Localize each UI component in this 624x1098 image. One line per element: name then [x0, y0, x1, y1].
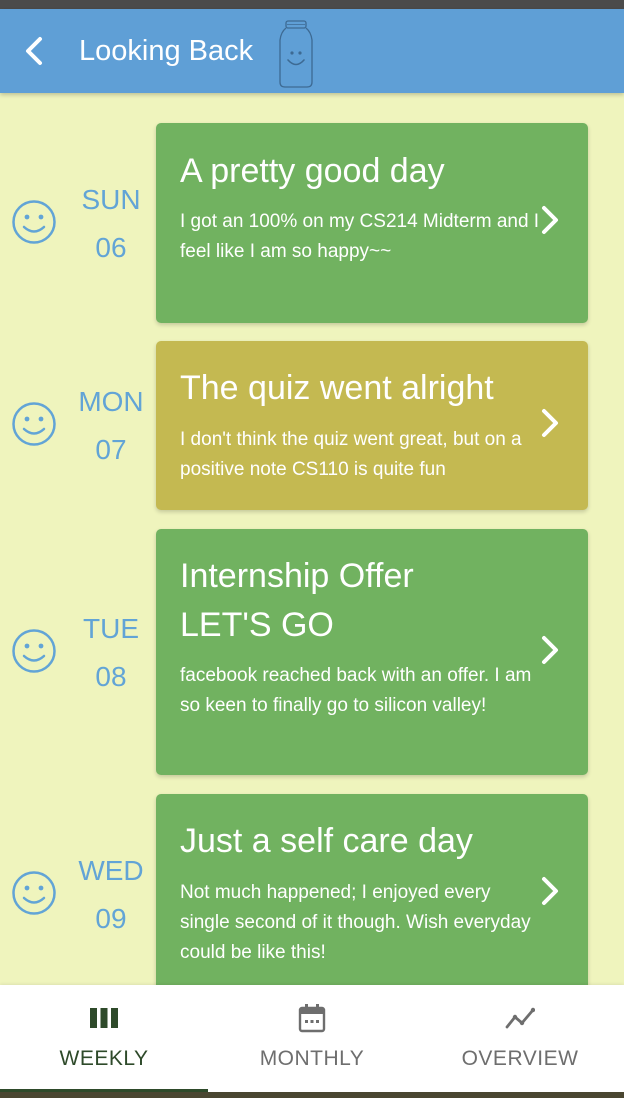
entry-date: 07 [95, 434, 127, 465]
entry-weekday: TUE [83, 613, 139, 644]
entry-card[interactable]: A pretty good day I got an 100% on my CS… [156, 123, 588, 323]
entry-weekday: MON [78, 386, 144, 417]
status-bar [0, 0, 624, 9]
trend-line-icon [505, 1007, 535, 1029]
smiley-face-icon [12, 402, 56, 446]
chevron-right-icon [542, 206, 558, 234]
entry-date: 06 [95, 232, 127, 263]
bar-chart-icon [90, 1008, 118, 1028]
entry-body: facebook reached back with an offer. I a… [180, 665, 532, 716]
calendar-icon [298, 1004, 326, 1033]
entry-card[interactable]: Internship Offer LET'S GO facebook reach… [156, 529, 588, 775]
entry-title: A pretty good day [180, 152, 445, 190]
entry-date: 08 [95, 661, 127, 692]
entry-list: SUN 06 A pretty good day I got an 100% o… [0, 93, 624, 985]
smiley-face-icon [12, 200, 56, 244]
smiley-face-icon [12, 871, 56, 915]
entry-card[interactable]: The quiz went alright I don't think the … [156, 341, 588, 510]
app-header: Looking Back [0, 9, 624, 93]
entry-weekday: SUN [81, 184, 141, 215]
chevron-right-icon [542, 877, 558, 905]
entry-title: The quiz went alright [180, 369, 494, 407]
entry-body: Not much happened; I enjoyed every singl… [180, 882, 531, 963]
tab-monthly[interactable]: MONTHLY [208, 985, 416, 1092]
smiley-jar-icon [279, 20, 313, 88]
chevron-right-icon [542, 636, 558, 664]
tab-label: OVERVIEW [461, 1047, 579, 1070]
tab-label: MONTHLY [259, 1047, 365, 1070]
entry-date: 09 [95, 903, 127, 934]
chevron-right-icon [542, 409, 558, 437]
entry-card[interactable]: Just a self care day Not much happened; … [156, 794, 588, 985]
bottom-edge [0, 1092, 624, 1098]
page-title: Looking Back [79, 35, 254, 67]
back-arrow-icon[interactable] [18, 31, 52, 71]
entry-body: I got an 100% on my CS214 Midterm and I … [180, 211, 540, 262]
tab-weekly[interactable]: WEEKLY [0, 985, 208, 1092]
smiley-face-icon [12, 629, 56, 673]
entry-weekday: WED [78, 855, 144, 886]
entry-title: Just a self care day [180, 822, 473, 860]
entry-body: I don't think the quiz went great, but o… [180, 429, 522, 480]
entry-title: Internship Offer LET'S GO [180, 557, 414, 644]
tab-overview[interactable]: OVERVIEW [416, 985, 624, 1092]
tab-label: WEEKLY [59, 1047, 149, 1070]
bottom-tab-bar: WEEKLY MONTHLY OVERVIEW [0, 985, 624, 1092]
